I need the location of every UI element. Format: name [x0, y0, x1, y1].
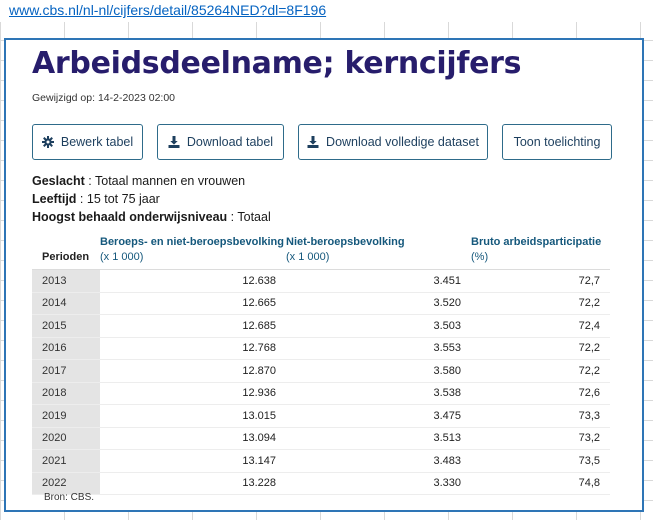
download-full-dataset-label: Download volledige dataset: [326, 135, 479, 149]
header-unit: (%): [471, 251, 489, 263]
value-cell: 12.685: [100, 314, 286, 338]
value-cell: 3.520: [286, 292, 471, 315]
value-cell: 12.936: [100, 382, 286, 405]
download-table-label: Download tabel: [186, 135, 274, 149]
table-row: 2017 12.870 3.580 72,2: [32, 359, 610, 383]
period-cell: 2018: [32, 382, 100, 405]
edit-table-button[interactable]: Bewerk tabel: [32, 124, 143, 160]
value-cell: 73,5: [471, 449, 610, 473]
download-icon: [168, 136, 180, 148]
header-total-population: Beroeps- en niet-beroepsbevolking (x 1 0…: [100, 236, 286, 270]
value-cell: 3.483: [286, 449, 471, 473]
period-cell: 2020: [32, 427, 100, 450]
data-table: Perioden Beroeps- en niet-beroepsbevolki…: [32, 236, 610, 495]
value-cell: 72,2: [471, 359, 610, 383]
show-explanation-button[interactable]: Toon toelichting: [502, 124, 612, 160]
filter-age: Leeftijd : 15 tot 75 jaar: [32, 192, 160, 206]
value-cell: 12.665: [100, 292, 286, 315]
download-icon: [307, 136, 319, 148]
value-cell: 72,7: [471, 269, 610, 293]
table-row: 2019 13.015 3.475 73,3: [32, 404, 610, 428]
value-cell: 72,4: [471, 314, 610, 338]
modified-date: Gewijzigd op: 14-2-2023 02:00: [32, 92, 176, 104]
period-cell: 2015: [32, 314, 100, 338]
show-explanation-label: Toon toelichting: [513, 135, 601, 149]
value-cell: 3.513: [286, 427, 471, 450]
url-cell: www.cbs.nl/nl-nl/cijfers/detail/85264NED…: [0, 0, 653, 22]
value-cell: 74,8: [471, 472, 610, 495]
value-cell: 72,2: [471, 337, 610, 360]
period-cell: 2016: [32, 337, 100, 360]
period-cell: 2019: [32, 404, 100, 428]
source-note: Bron: CBS.: [44, 492, 95, 503]
header-non-labour-force: Niet-beroepsbevolking (x 1 000): [286, 236, 471, 270]
value-cell: 12.638: [100, 269, 286, 293]
table-row: 2013 12.638 3.451 72,7: [32, 269, 610, 293]
value-cell: 12.870: [100, 359, 286, 383]
value-cell: 72,2: [471, 292, 610, 315]
header-participation-rate: Bruto arbeidsparticipatie (%): [471, 236, 610, 270]
value-cell: 3.475: [286, 404, 471, 428]
gear-icon: [41, 136, 54, 148]
value-cell: 3.451: [286, 269, 471, 293]
value-cell: 13.094: [100, 427, 286, 450]
header-unit: (x 1 000): [100, 251, 144, 263]
value-cell: 3.580: [286, 359, 471, 383]
cbs-table-frame: Arbeidsdeelname; kerncijfers Gewijzigd o…: [4, 38, 644, 512]
header-periods: Perioden: [32, 236, 100, 270]
period-cell: 2013: [32, 269, 100, 293]
value-cell: 3.538: [286, 382, 471, 405]
table-row: 2021 13.147 3.483 73,5: [32, 449, 610, 473]
table-row: 2018 12.936 3.538 72,6: [32, 382, 610, 405]
value-cell: 3.330: [286, 472, 471, 495]
edit-table-label: Bewerk tabel: [60, 135, 134, 149]
table-row: 2015 12.685 3.503 72,4: [32, 314, 610, 338]
filter-education: Hoogst behaald onderwijsniveau : Totaal: [32, 210, 271, 224]
value-cell: 3.553: [286, 337, 471, 360]
value-cell: 3.503: [286, 314, 471, 338]
filter-gender: Geslacht : Totaal mannen en vrouwen: [32, 174, 246, 188]
dataset-link[interactable]: www.cbs.nl/nl-nl/cijfers/detail/85264NED…: [9, 2, 326, 18]
value-cell: 73,3: [471, 404, 610, 428]
value-cell: 13.147: [100, 449, 286, 473]
table-header-row: Perioden Beroeps- en niet-beroepsbevolki…: [32, 236, 610, 270]
value-cell: 12.768: [100, 337, 286, 360]
table-row: 2014 12.665 3.520 72,2: [32, 292, 610, 315]
period-cell: 2017: [32, 359, 100, 383]
value-cell: 73,2: [471, 427, 610, 450]
period-cell: 2014: [32, 292, 100, 315]
page-title: Arbeidsdeelname; kerncijfers: [32, 46, 522, 81]
value-cell: 13.015: [100, 404, 286, 428]
value-cell: 72,6: [471, 382, 610, 405]
period-cell: 2021: [32, 449, 100, 473]
filter-summary: Geslacht : Totaal mannen en vrouwen Leef…: [32, 172, 271, 226]
download-full-dataset-button[interactable]: Download volledige dataset: [298, 124, 488, 160]
download-table-button[interactable]: Download tabel: [157, 124, 284, 160]
value-cell: 13.228: [100, 472, 286, 495]
table-row: 2020 13.094 3.513 73,2: [32, 427, 610, 450]
table-row: 2022 13.228 3.330 74,8: [32, 472, 610, 495]
header-unit: (x 1 000): [286, 251, 330, 263]
table-row: 2016 12.768 3.553 72,2: [32, 337, 610, 360]
